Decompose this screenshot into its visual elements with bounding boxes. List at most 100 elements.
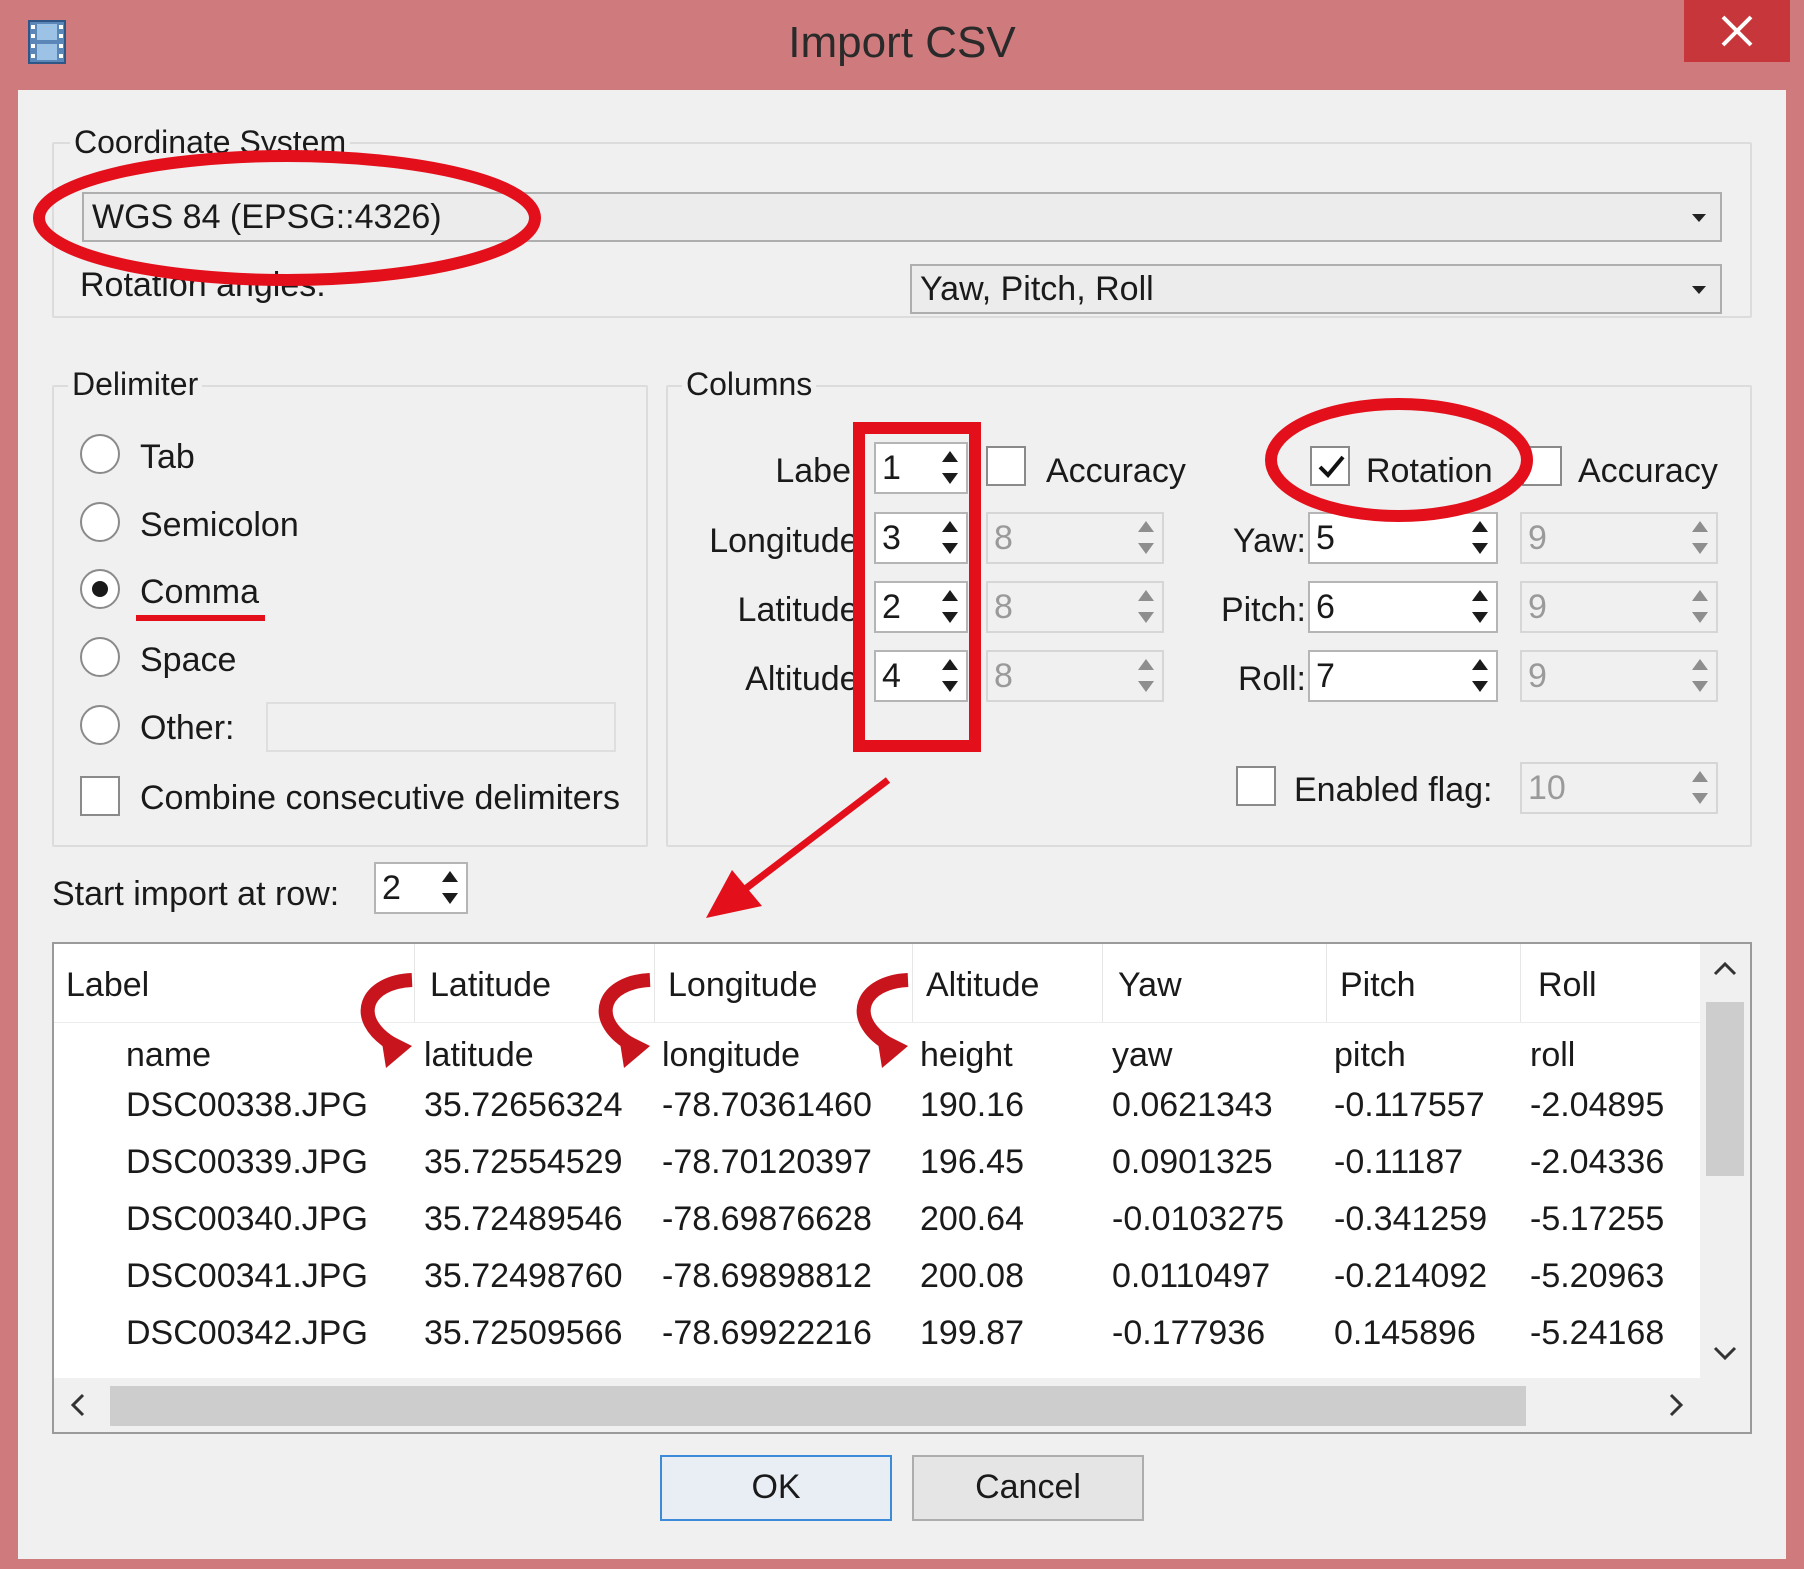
rotation-accuracy-checkbox[interactable]	[1522, 446, 1562, 486]
table-cell: 35.72489546	[424, 1200, 623, 1238]
cancel-button[interactable]: Cancel	[912, 1455, 1144, 1521]
pitch-column-value: 6	[1316, 588, 1335, 626]
table-cell: 190.16	[920, 1086, 1024, 1124]
other-delimiter-input[interactable]	[266, 702, 616, 752]
spin-up-icon[interactable]	[938, 655, 962, 675]
spin-up-icon[interactable]	[438, 867, 462, 887]
spin-down-icon[interactable]	[1468, 608, 1492, 628]
spin-up-icon[interactable]	[938, 586, 962, 606]
latitude-column-spin[interactable]: 2	[874, 581, 968, 633]
vertical-scrollbar[interactable]	[1700, 944, 1750, 1378]
col-header-longitude[interactable]: Longitude	[668, 966, 817, 1005]
close-button[interactable]	[1684, 0, 1790, 62]
position-accuracy-label: Accuracy	[1046, 452, 1186, 490]
spin-down-icon[interactable]	[938, 608, 962, 628]
yaw-accuracy-value: 9	[1528, 519, 1547, 557]
rotation-angles-select[interactable]: Yaw, Pitch, Roll	[910, 264, 1722, 314]
roll-column-value: 7	[1316, 657, 1335, 695]
preview-table[interactable]: Label Latitude Longitude Altitude Yaw Pi…	[52, 942, 1752, 1434]
altitude-accuracy-spin[interactable]: 8	[986, 650, 1164, 702]
spin-down-icon[interactable]	[1468, 539, 1492, 559]
altitude-column-spin[interactable]: 4	[874, 650, 968, 702]
spin-down-icon[interactable]	[1134, 677, 1158, 697]
start-row-spin[interactable]: 2	[374, 862, 468, 914]
spin-down-icon[interactable]	[1134, 608, 1158, 628]
enabled-flag-value: 10	[1528, 769, 1566, 807]
spin-up-icon[interactable]	[1468, 655, 1492, 675]
horizontal-scrollbar[interactable]	[54, 1378, 1700, 1432]
col-header-yaw[interactable]: Yaw	[1118, 966, 1182, 1005]
radio-other[interactable]	[80, 705, 120, 745]
column-divider[interactable]	[1520, 944, 1521, 1022]
spin-down-icon[interactable]	[1688, 677, 1712, 697]
table-cell: pitch	[1334, 1036, 1406, 1074]
col-header-roll[interactable]: Roll	[1538, 966, 1597, 1005]
spin-up-icon[interactable]	[1134, 586, 1158, 606]
latitude-column-value: 2	[882, 588, 901, 626]
scroll-right-icon[interactable]	[1650, 1378, 1700, 1432]
pitch-column-spin[interactable]: 6	[1308, 581, 1498, 633]
spin-up-icon[interactable]	[1688, 767, 1712, 787]
spin-down-icon[interactable]	[1468, 677, 1492, 697]
spin-up-icon[interactable]	[1468, 586, 1492, 606]
spin-up-icon[interactable]	[1688, 655, 1712, 675]
vertical-scroll-thumb[interactable]	[1706, 1002, 1744, 1176]
ok-button[interactable]: OK	[660, 1455, 892, 1521]
column-divider[interactable]	[414, 944, 415, 1022]
column-divider[interactable]	[1102, 944, 1103, 1022]
table-cell: -5.24168	[1530, 1314, 1665, 1352]
scroll-left-icon[interactable]	[54, 1378, 104, 1432]
radio-comma[interactable]	[80, 569, 120, 609]
spin-up-icon[interactable]	[938, 517, 962, 537]
yaw-column-spin[interactable]: 5	[1308, 512, 1498, 564]
column-divider[interactable]	[654, 944, 655, 1022]
table-cell: DSC00338.JPG	[126, 1086, 368, 1124]
spin-down-icon[interactable]	[938, 677, 962, 697]
spin-up-icon[interactable]	[1688, 586, 1712, 606]
pitch-accuracy-spin[interactable]: 9	[1520, 581, 1718, 633]
spin-up-icon[interactable]	[1134, 517, 1158, 537]
radio-other-label: Other:	[140, 709, 235, 747]
spin-down-icon[interactable]	[1688, 539, 1712, 559]
position-accuracy-checkbox[interactable]	[986, 446, 1026, 486]
enabled-flag-spin[interactable]: 10	[1520, 762, 1718, 814]
radio-semicolon[interactable]	[80, 502, 120, 542]
spin-down-icon[interactable]	[438, 889, 462, 909]
spin-down-icon[interactable]	[938, 469, 962, 489]
table-cell: 199.87	[920, 1314, 1024, 1352]
table-cell: 35.72509566	[424, 1314, 623, 1352]
roll-column-spin[interactable]: 7	[1308, 650, 1498, 702]
label-column-spin[interactable]: 1	[874, 442, 968, 494]
roll-accuracy-spin[interactable]: 9	[1520, 650, 1718, 702]
spin-down-icon[interactable]	[938, 539, 962, 559]
radio-space[interactable]	[80, 637, 120, 677]
col-header-altitude[interactable]: Altitude	[926, 966, 1039, 1005]
spin-up-icon[interactable]	[1468, 517, 1492, 537]
coordinate-system-select[interactable]: WGS 84 (EPSG::4326)	[82, 192, 1722, 242]
table-cell: 200.64	[920, 1200, 1024, 1238]
spin-down-icon[interactable]	[1688, 608, 1712, 628]
scroll-down-icon[interactable]	[1700, 1330, 1750, 1378]
table-cell: 0.0901325	[1112, 1143, 1273, 1181]
spin-up-icon[interactable]	[1688, 517, 1712, 537]
scroll-up-icon[interactable]	[1700, 944, 1750, 992]
horizontal-scroll-thumb[interactable]	[110, 1386, 1526, 1426]
altitude-accuracy-value: 8	[994, 657, 1013, 695]
column-divider[interactable]	[1326, 944, 1327, 1022]
spin-down-icon[interactable]	[1688, 789, 1712, 809]
col-header-label[interactable]: Label	[66, 966, 149, 1005]
combine-delimiters-checkbox[interactable]	[80, 776, 120, 816]
rotation-checkbox[interactable]	[1310, 446, 1350, 486]
radio-tab[interactable]	[80, 434, 120, 474]
col-header-latitude[interactable]: Latitude	[430, 966, 551, 1005]
spin-up-icon[interactable]	[1134, 655, 1158, 675]
latitude-accuracy-spin[interactable]: 8	[986, 581, 1164, 633]
spin-down-icon[interactable]	[1134, 539, 1158, 559]
column-divider[interactable]	[912, 944, 913, 1022]
col-header-pitch[interactable]: Pitch	[1340, 966, 1416, 1005]
spin-up-icon[interactable]	[938, 447, 962, 467]
yaw-accuracy-spin[interactable]: 9	[1520, 512, 1718, 564]
longitude-accuracy-spin[interactable]: 8	[986, 512, 1164, 564]
longitude-column-spin[interactable]: 3	[874, 512, 968, 564]
enabled-flag-checkbox[interactable]	[1236, 766, 1276, 806]
